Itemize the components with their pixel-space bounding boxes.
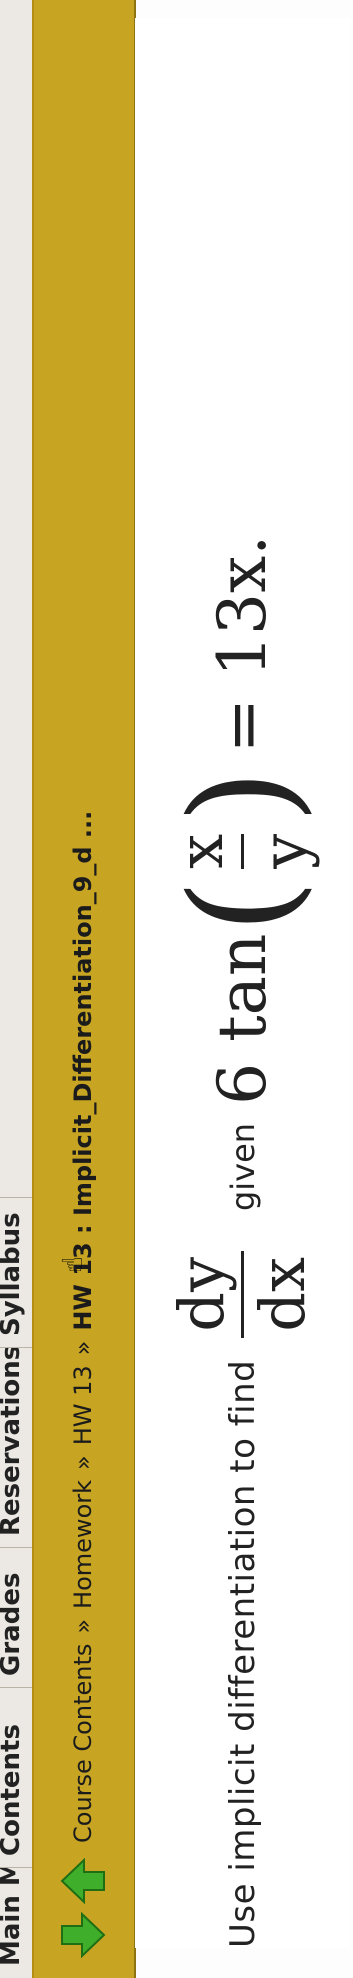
fraction-bar: [241, 1251, 244, 1338]
equation-coefficient: 6 tan: [204, 933, 281, 1105]
arrow-down-icon[interactable]: [60, 1912, 106, 1958]
screen: Main Menu Contents Grades Reservations S…: [0, 0, 353, 1978]
tab-syllabus[interactable]: Syllabus: [0, 1197, 32, 1348]
inner-denominator: y: [248, 833, 321, 869]
derivative-denominator: dx: [246, 1257, 319, 1332]
tab-contents[interactable]: Contents: [0, 1687, 32, 1868]
equation: 6 tan ( x y ) = 13x.: [160, 534, 324, 1105]
inner-fraction: x y: [164, 833, 321, 869]
breadcrumb-link[interactable]: Homework: [69, 1480, 97, 1609]
left-paren: (: [160, 878, 324, 934]
equation-rhs: = 13x.: [204, 534, 281, 754]
tab-bar: Main Menu Contents Grades Reservations S…: [0, 0, 33, 1978]
question-intro: Use implicit differentiation to find: [222, 1359, 263, 1948]
breadcrumb-link[interactable]: Course Contents: [69, 1644, 97, 1843]
right-paren: ): [160, 769, 324, 824]
derivative-fraction: dy dx: [165, 1251, 319, 1338]
derivative-numerator: dy: [165, 1257, 238, 1332]
question-area: Use implicit differentiation to find dy …: [135, 18, 350, 1948]
hand-cursor-icon: ☝: [56, 1255, 89, 1273]
tab-label: Syllabus: [0, 1212, 26, 1336]
given-word: given: [223, 1122, 262, 1212]
breadcrumb-bar: Course Contents » Homework » HW 13 » HW 13 : I…: [32, 0, 136, 1978]
tab-grades[interactable]: Grades: [0, 1547, 32, 1688]
breadcrumb-separator: »: [69, 1340, 97, 1356]
tab-label: Grades: [0, 1572, 26, 1676]
breadcrumb-separator: »: [69, 1455, 97, 1470]
arrow-up-icon[interactable]: [60, 1858, 106, 1904]
tab-label: Reservations: [0, 1347, 26, 1536]
breadcrumb-separator: »: [69, 1618, 97, 1634]
question-text: Use implicit differentiation to find dy …: [135, 535, 350, 1948]
breadcrumb-link[interactable]: HW 13: [69, 1365, 97, 1445]
tab-main-menu[interactable]: Main Menu: [0, 1867, 32, 1978]
inner-numerator: x: [164, 833, 237, 869]
fraction-bar: [241, 833, 244, 869]
tab-label: Main Menu: [0, 1867, 26, 1966]
breadcrumb: Course Contents » Homework » HW 13 » HW 13 : I…: [56, 811, 110, 1843]
tab-label: Contents: [0, 1724, 26, 1856]
tab-reservations[interactable]: Reservations: [0, 1347, 32, 1548]
breadcrumb-current: HW 13 : Implicit_Differentiation_9_d ...: [69, 810, 97, 1331]
